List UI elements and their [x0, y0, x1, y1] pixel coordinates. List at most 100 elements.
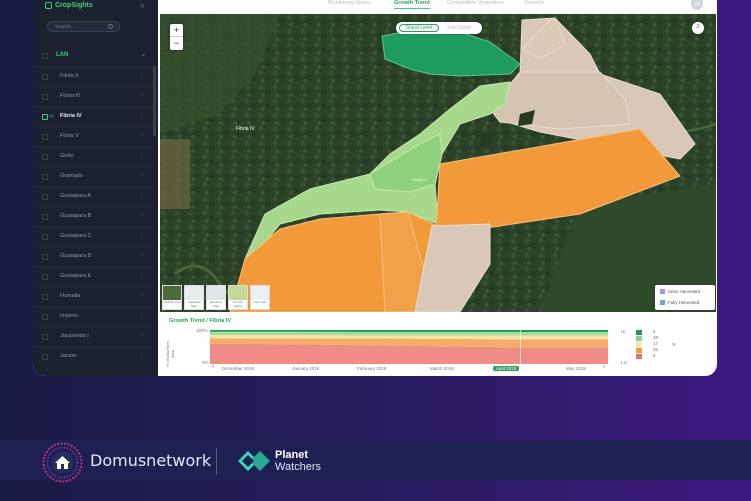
basemap-label: Cadastral Map — [187, 300, 201, 308]
item-checkbox[interactable] — [42, 214, 48, 220]
legend-label: Semi Harvested — [668, 289, 701, 294]
group-header[interactable]: LAN ⌄ — [33, 48, 153, 64]
item-checkbox[interactable] — [42, 334, 48, 340]
growth-trend-panel: Growth Trend / Fibria IV % of total farm… — [160, 312, 716, 376]
sidebar-item[interactable]: 24 Fibria IV › — [33, 106, 153, 126]
stand-level-toggle[interactable]: Stand Level — [399, 24, 439, 32]
item-checkbox[interactable] — [42, 254, 48, 260]
chevron-right-icon: › — [141, 152, 143, 158]
x-tick[interactable]: March 2019 — [430, 366, 454, 371]
basemap-label: Elevation Map — [209, 300, 223, 308]
legend-item: Fully Harvested — [655, 298, 715, 307]
sidebar-item-label: Guatapara A — [60, 193, 91, 199]
farm-label: Fibria IV — [236, 126, 255, 132]
brand-name: CropSights — [55, 2, 93, 9]
y-tick: 100% — [196, 328, 208, 333]
class-value: 8 — [653, 353, 656, 358]
basemap-label: Soil Type — [253, 300, 267, 304]
sidebar-item-label: Jacaranda I — [60, 333, 89, 339]
panel-title: Growth Trend / Fibria IV — [169, 318, 232, 324]
item-checkbox[interactable] — [42, 74, 48, 80]
group-checkbox[interactable] — [42, 53, 48, 59]
sidebar: CropSights « Search... LAN ⌄ Fibria II › F… — [33, 0, 158, 376]
area-series-3 — [210, 331, 608, 336]
chevron-left-icon[interactable]: ‹ — [212, 364, 214, 370]
chevron-right-icon: › — [141, 312, 143, 318]
avatar[interactable]: AB — [691, 0, 703, 10]
selected-mark: 24 — [49, 113, 54, 118]
class-swatch — [636, 336, 642, 341]
map-canvas — [160, 14, 716, 312]
x-tick-active[interactable]: April 2019 — [493, 366, 520, 371]
sidebar-item-label: Imperio — [60, 313, 79, 319]
sidebar-item[interactable]: Gerbi › — [33, 146, 153, 166]
basemap-soil[interactable]: Soil Type — [250, 285, 270, 310]
basemap-satellite[interactable]: Satellite Map — [162, 285, 182, 310]
sidebar-scrollbar[interactable] — [153, 66, 156, 136]
item-checkbox[interactable] — [42, 294, 48, 300]
x-tick[interactable]: December 2018 — [222, 366, 254, 371]
tab-monitoring-status[interactable]: Monitoring Status — [328, 0, 371, 6]
chevron-right-icon[interactable]: › — [603, 364, 605, 370]
basemap-growth[interactable]: Growth Status — [228, 285, 248, 310]
basemap-cadastral[interactable]: Cadastral Map — [184, 285, 204, 310]
collapse-sidebar-icon[interactable]: « — [140, 1, 144, 10]
item-checkbox[interactable] — [42, 114, 48, 120]
percent-label: % — [672, 342, 677, 347]
sidebar-item[interactable]: Humaita › — [33, 286, 153, 306]
sidebar-item[interactable]: Guatapara C › — [33, 226, 153, 246]
zoom-in-button[interactable]: + — [170, 24, 183, 37]
item-checkbox[interactable] — [42, 134, 48, 140]
app-window: CropSights « Search... LAN ⌄ Fibria II › F… — [33, 0, 717, 376]
domusnetwork-wordmark: Domusnetwork — [90, 451, 212, 470]
sidebar-item[interactable]: Guatapara E › — [33, 266, 153, 286]
sidebar-item[interactable]: Guatapara D › — [33, 246, 153, 266]
y-tick: 0% — [202, 360, 209, 365]
top-nav: Monitoring Status Growth Trend Competiti… — [158, 0, 717, 13]
x-tick[interactable]: February 2019 — [357, 366, 386, 371]
tab-reports[interactable]: Reports — [525, 0, 544, 6]
chevron-right-icon: › — [141, 292, 143, 298]
item-checkbox[interactable] — [42, 274, 48, 280]
x-tick[interactable]: May 2019 — [566, 366, 586, 371]
item-checkbox[interactable] — [42, 174, 48, 180]
class-value: 17 — [653, 341, 659, 346]
sidebar-item[interactable]: Fibria III › — [33, 86, 153, 106]
sidebar-item[interactable]: Jacare › — [33, 346, 153, 366]
tab-competitive-vegetation[interactable]: Competitive Vegetation — [447, 0, 504, 6]
planet-wordmark-line1: Planet — [275, 449, 309, 461]
farm-list: Fibria II › Fibria III › 24 Fibria IV › Fibria … — [33, 66, 153, 366]
item-checkbox[interactable] — [42, 154, 48, 160]
sidebar-item-label: Fibria III — [60, 93, 80, 99]
basemap-switcher: Satellite Map Cadastral Map Elevation Ma… — [162, 285, 270, 310]
sidebar-item[interactable]: Fibria V › — [33, 126, 153, 146]
item-checkbox[interactable] — [42, 354, 48, 360]
sidebar-item-label: Gramado — [60, 173, 83, 179]
search-placeholder: Search... — [55, 24, 76, 30]
map-menu-button[interactable]: ≡ — [692, 22, 704, 34]
group-label: LAN — [56, 52, 69, 58]
map-view[interactable]: + − Stand Level Sub Stand ≡ Fibria IV Fi… — [160, 14, 716, 312]
sidebar-item[interactable]: Imperio › — [33, 306, 153, 326]
sub-stand-toggle[interactable]: Sub Stand — [447, 24, 470, 32]
growth-area-chart — [210, 330, 608, 364]
brand[interactable]: CropSights — [45, 2, 93, 9]
search-input[interactable]: Search... — [47, 21, 120, 32]
item-checkbox[interactable] — [42, 194, 48, 200]
sidebar-item[interactable]: Guatapara A › — [33, 186, 153, 206]
x-tick[interactable]: January 2019 — [292, 366, 319, 371]
class-value: 8 — [653, 329, 656, 334]
tab-growth-trend[interactable]: Growth Trend — [394, 0, 430, 9]
item-checkbox[interactable] — [42, 94, 48, 100]
legend-swatch — [660, 289, 665, 294]
basemap-elevation[interactable]: Elevation Map — [206, 285, 226, 310]
chevron-right-icon: › — [141, 252, 143, 258]
sidebar-item[interactable]: Fibria II › — [33, 66, 153, 86]
item-checkbox[interactable] — [42, 234, 48, 240]
sidebar-item[interactable]: Jacaranda I › — [33, 326, 153, 346]
item-checkbox[interactable] — [42, 314, 48, 320]
sidebar-item[interactable]: Gramado › — [33, 166, 153, 186]
zoom-out-button[interactable]: − — [170, 37, 183, 50]
menu-icon: ≡ — [696, 24, 700, 30]
sidebar-item[interactable]: Guatapara B › — [33, 206, 153, 226]
